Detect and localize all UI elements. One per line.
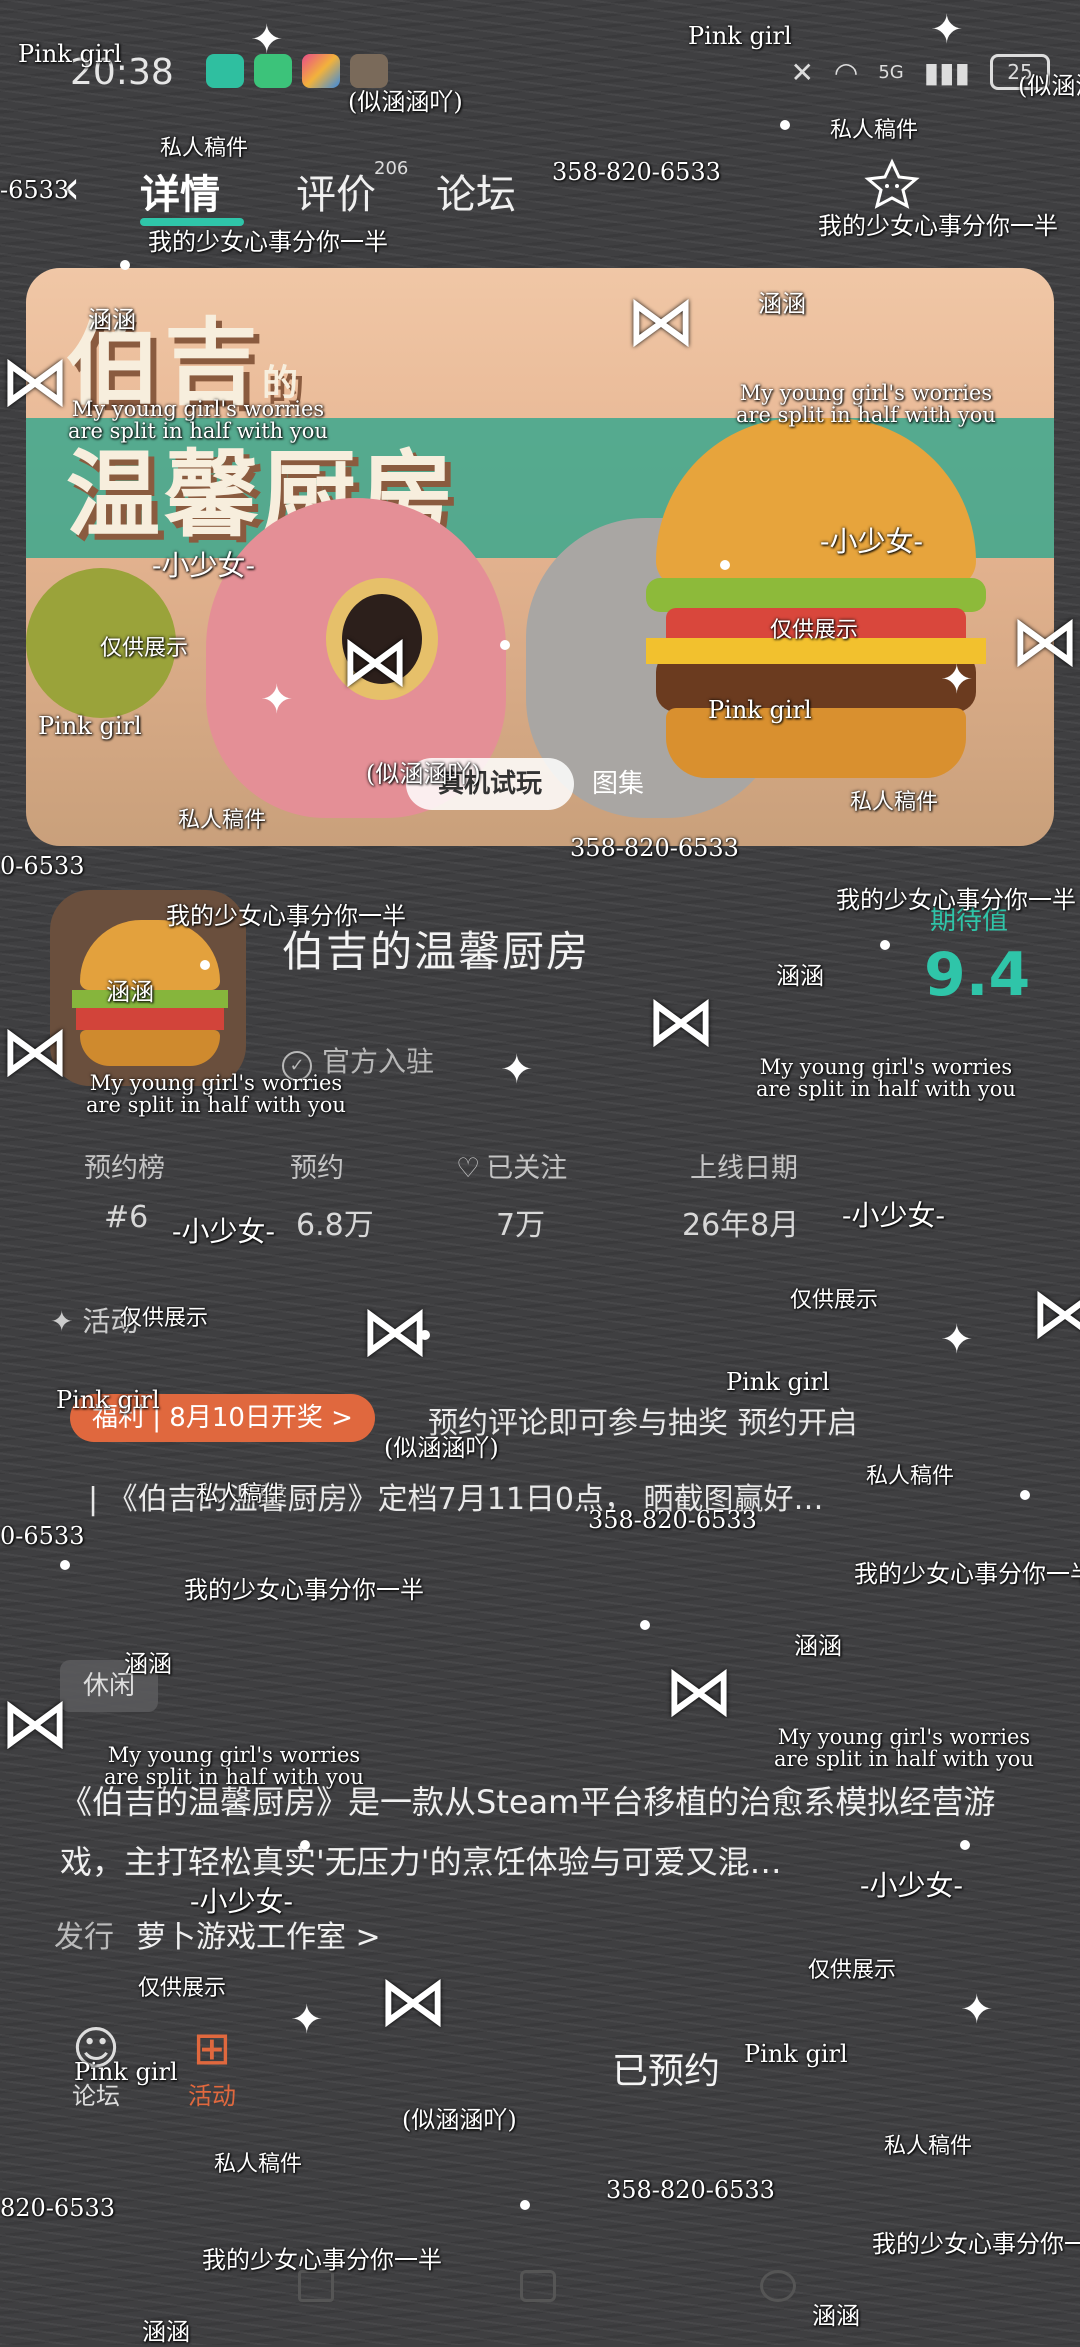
banner-title-small: 的 — [262, 363, 303, 404]
sparkle-icon: ✦ — [940, 1317, 974, 1363]
notification-app-icon — [350, 54, 388, 88]
active-tab-indicator — [140, 218, 244, 226]
activity-row[interactable]: ✦ 活动 — [50, 1300, 138, 1340]
bow-icon: ⋈ — [0, 1010, 70, 1092]
notification-app-icon — [302, 54, 340, 88]
app-icon — [50, 890, 246, 1086]
sparkle-icon: ✦ — [250, 17, 284, 63]
sparkle-dot — [60, 1560, 70, 1570]
stat-follow-value: 7万 — [496, 1208, 546, 1243]
news-line[interactable]: | 《伯吉的温馨厨房》定档7月11日0点， 晒截图赢好… — [88, 1474, 824, 1518]
mute-icon: ✕ — [790, 55, 814, 89]
official-badge: ✓ 官方入驻 — [282, 1040, 434, 1081]
sparkle-icon: ✦ — [940, 657, 974, 703]
publisher-row[interactable]: 发行 萝卜游戏工作室 > — [54, 1912, 381, 1956]
sparkle-dot — [120, 260, 130, 270]
signal-text: 5G — [878, 61, 904, 83]
sparkle-dot — [500, 640, 510, 650]
bow-icon: ⋈ — [378, 1960, 448, 2042]
bow-icon: ⋈ — [360, 1290, 430, 1372]
activity-button[interactable]: ⊞ 活动 — [182, 2020, 242, 2111]
publisher-name: 萝卜游戏工作室 > — [136, 1920, 381, 1955]
clock: 20:38 — [70, 52, 174, 93]
forum-label: 论坛 — [72, 2082, 120, 2110]
signal-icon: ▮▮▮ — [923, 55, 970, 89]
sparkle-dot — [960, 1840, 970, 1850]
sparkle-dot — [300, 1840, 310, 1850]
activity-label: 活动 — [82, 1305, 139, 1338]
publisher-label: 发行 — [54, 1920, 114, 1955]
home-icon[interactable] — [520, 2270, 556, 2302]
news-badge[interactable]: 福利 | 8月10日开奖 > — [70, 1394, 375, 1442]
bow-icon: ⋈ — [340, 620, 410, 702]
sparkle-dot — [1020, 1490, 1030, 1500]
gallery-button[interactable]: 图集 — [592, 758, 644, 810]
game-description[interactable]: 《伯吉的温馨厨房》是一款从Steam平台移植的治愈系模拟经营游戏，主打轻松真实'… — [60, 1772, 1020, 1892]
bow-icon: ⋈ — [646, 980, 716, 1062]
sparkle-dot — [880, 940, 890, 950]
app-title: 伯吉的温馨厨房 — [282, 927, 591, 976]
sparkle-dot — [520, 2200, 530, 2210]
heart-icon: ♡ — [456, 1153, 481, 1184]
sparkle-icon: ✦ — [260, 677, 294, 723]
sparkle-icon: ✦ — [500, 1047, 534, 1093]
news-title[interactable]: 预约评论即可参与抽奖 预约开启 — [428, 1398, 858, 1442]
tab-details[interactable]: 详情 — [140, 162, 220, 220]
sparkle-dot — [420, 1330, 430, 1340]
burger-cheese — [646, 638, 986, 664]
battery-icon: 25 — [990, 54, 1050, 90]
expect-label: 期待值 — [930, 906, 1009, 936]
mascot-star-icon[interactable] — [864, 158, 920, 210]
official-label: 官方入驻 — [322, 1045, 435, 1078]
reserved-button[interactable]: 已预约 — [612, 2042, 720, 2094]
banner-title-line1: 伯吉 — [66, 309, 263, 418]
bow-icon: ⋈ — [1030, 1272, 1080, 1354]
sparkle-dot — [780, 120, 790, 130]
stat-reserve-label: 预约 — [290, 1153, 344, 1184]
back-nav-icon[interactable] — [760, 2270, 796, 2302]
burger-lettuce — [646, 578, 986, 612]
stat-rank-label: 预约榜 — [84, 1153, 165, 1184]
sparkle-dot — [640, 1620, 650, 1630]
sparkle-icon: ✦ — [930, 7, 964, 53]
bottom-action-bar: ☺ 论坛 ⊞ 活动 已预约 — [0, 2020, 1080, 2140]
status-bar: 20:38 ✕ ◠ 5G ▮▮▮ 25 — [20, 48, 1060, 98]
wifi-icon: ◠ — [833, 55, 859, 89]
sparkle-dot — [720, 560, 730, 570]
stat-rank-value[interactable]: #6 — [104, 1200, 148, 1235]
gift-icon: ⊞ — [192, 2021, 232, 2075]
megaphone-icon: ✦ — [50, 1305, 74, 1338]
burger-bun-bottom — [666, 708, 966, 778]
sparkle-dot — [200, 960, 210, 970]
menu-icon[interactable] — [298, 2270, 334, 2302]
bow-icon: ⋈ — [0, 340, 70, 422]
bow-icon: ⋈ — [626, 280, 696, 362]
reviews-count: 206 — [374, 158, 409, 179]
back-icon[interactable]: ‹ — [62, 160, 80, 214]
stat-follow-label[interactable]: ♡ 已关注 — [456, 1146, 567, 1185]
genre-tag[interactable]: 休闲 — [60, 1660, 158, 1712]
hero-banner[interactable]: 伯吉的 温馨厨房 真机试玩 图集 — [26, 268, 1054, 846]
top-nav: ‹ 详情 评价 206 论坛 — [0, 150, 1080, 230]
bow-icon: ⋈ — [664, 1650, 734, 1732]
stat-follow-text: 已关注 — [486, 1153, 568, 1184]
verified-icon: ✓ — [282, 1051, 312, 1081]
stat-release-value: 26年8月 — [682, 1208, 800, 1243]
bow-icon: ⋈ — [0, 1682, 70, 1764]
tab-forum[interactable]: 论坛 — [436, 162, 516, 220]
activity-button-label: 活动 — [188, 2082, 236, 2110]
system-nav-bar — [0, 2270, 1080, 2310]
bow-icon: ⋈ — [1010, 600, 1080, 682]
notification-app-icon — [206, 54, 244, 88]
try-demo-button[interactable]: 真机试玩 — [406, 758, 574, 810]
forum-icon: ☺ — [72, 2021, 120, 2075]
banner-decoration — [26, 568, 176, 718]
stat-reserve-value: 6.8万 — [296, 1208, 374, 1243]
forum-button[interactable]: ☺ 论坛 — [66, 2020, 126, 2111]
sparkle-icon: ✦ — [960, 1987, 994, 2033]
tab-reviews[interactable]: 评价 — [296, 162, 376, 220]
stat-release-label: 上线日期 — [690, 1153, 798, 1184]
expect-score: 9.4 — [924, 940, 1031, 1010]
sparkle-icon: ✦ — [290, 1997, 324, 2043]
